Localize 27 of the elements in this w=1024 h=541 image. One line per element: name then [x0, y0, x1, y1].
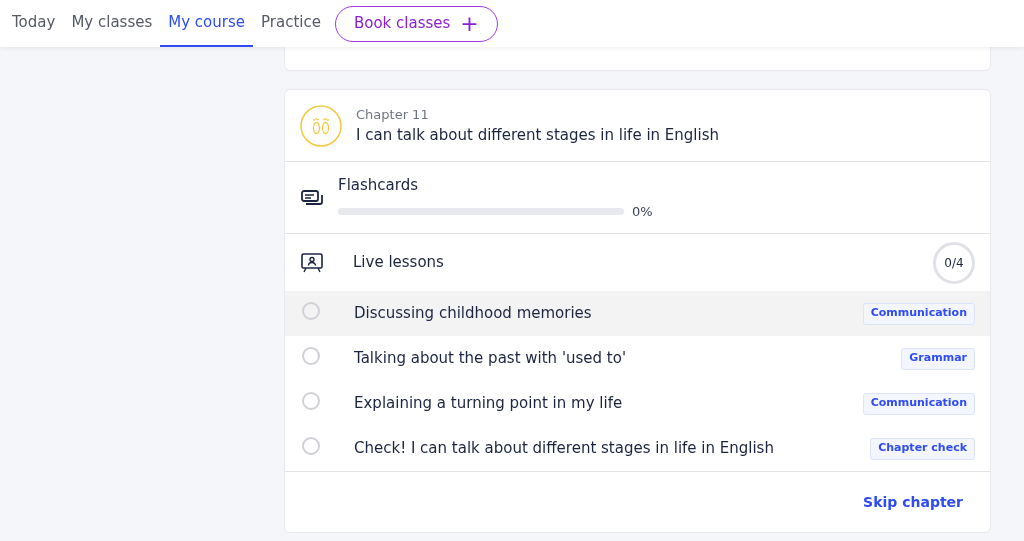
- lesson-title: Explaining a turning point in my life: [354, 393, 624, 415]
- chapter-title: I can talk about different stages in life in English: [356, 125, 719, 146]
- lesson-tag: Communication: [862, 392, 975, 415]
- lesson-tag: Grammar: [901, 347, 975, 370]
- nav-tab[interactable]: Today: [4, 0, 64, 47]
- lesson-row[interactable]: Talking about the past with 'used to' Grammar: [285, 336, 990, 381]
- lesson-title: Discussing childhood memories: [354, 303, 593, 325]
- progress-percent: 0%: [632, 203, 653, 221]
- nav-tab[interactable]: Practice: [253, 0, 329, 47]
- skip-chapter-link[interactable]: Skip chapter: [863, 491, 963, 513]
- lesson-title: Talking about the past with 'used to': [354, 348, 628, 370]
- live-lessons-label: Live lessons: [353, 252, 445, 274]
- chapter-number: Chapter 11: [356, 105, 430, 124]
- presentation-icon: [300, 251, 324, 274]
- nav-tab[interactable]: My course: [160, 0, 253, 47]
- lesson-tag: Communication: [862, 302, 975, 325]
- lesson-title: Check! I can talk about different stages in life in English: [354, 438, 775, 460]
- flashcards-icon: [300, 187, 324, 208]
- lesson-tag: Chapter check: [870, 437, 975, 460]
- lesson-row[interactable]: Explaining a turning point in my life Communication: [285, 381, 990, 426]
- nav-tab[interactable]: My classes: [63, 0, 161, 47]
- flashcards-label: Flashcards: [338, 174, 419, 196]
- lesson-row[interactable]: Check! I can talk about different stages in life in English Chapter check: [285, 426, 990, 471]
- lesson-row[interactable]: Discussing childhood memories Communication: [285, 291, 990, 336]
- book-classes-button[interactable]: Book classes +: [334, 5, 498, 42]
- lessons-progress-ring: 0/4: [933, 241, 975, 284]
- footprints-icon: [300, 104, 342, 147]
